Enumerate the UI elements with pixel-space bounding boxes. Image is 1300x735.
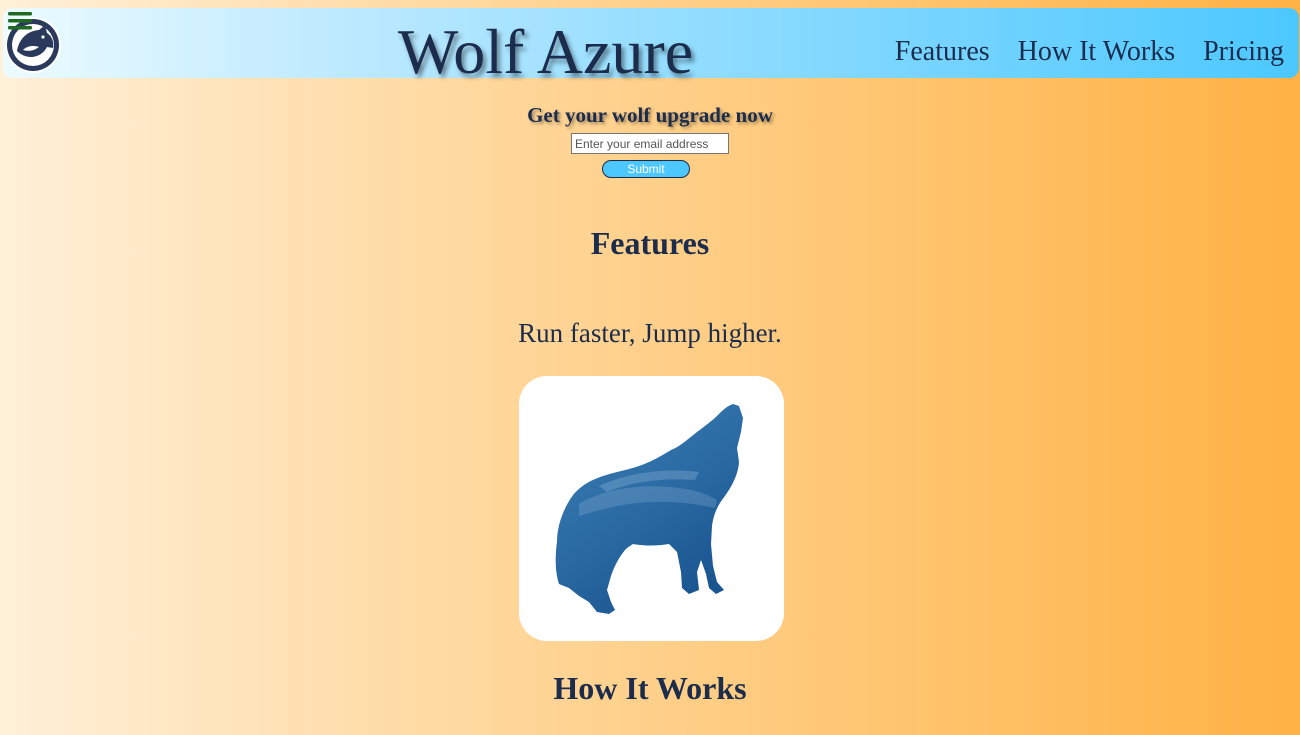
nav-link-pricing[interactable]: Pricing — [1203, 36, 1284, 68]
hamburger-menu-icon[interactable] — [8, 12, 32, 30]
features-heading: Features — [590, 225, 710, 261]
main-nav: Features How It Works Pricing — [895, 36, 1284, 68]
nav-link-features[interactable]: Features — [895, 36, 990, 68]
site-header: Wolf Azure Features How It Works Pricing — [3, 8, 1299, 87]
email-input[interactable] — [571, 133, 729, 154]
how-it-works-heading: How It Works — [553, 670, 747, 706]
howling-wolf-silhouette — [555, 404, 743, 614]
wolf-image — [519, 376, 784, 641]
signup-heading: Get your wolf upgrade now — [527, 103, 773, 127]
submit-button[interactable]: Submit — [602, 160, 690, 178]
features-text: Run faster, Jump higher. — [518, 318, 782, 348]
nav-link-how-it-works[interactable]: How It Works — [1018, 36, 1175, 68]
